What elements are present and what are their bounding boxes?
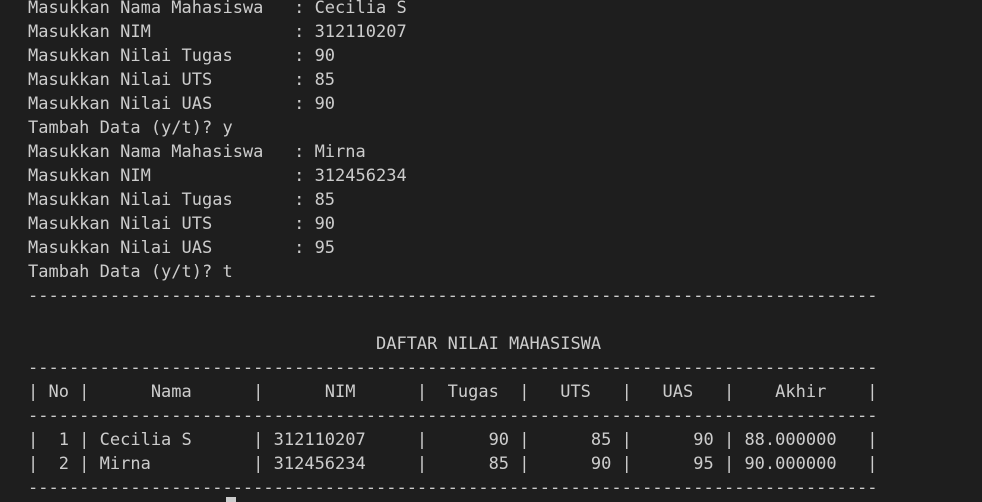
prompt-line-uas-2: Masukkan Nilai UAS : 95 <box>28 238 336 258</box>
prompt-line-tugas-2: Masukkan Nilai Tugas : 85 <box>28 190 336 210</box>
separator-line: ----------------------------------------… <box>28 286 878 306</box>
table-title: DAFTAR NILAI MAHASISWA <box>28 334 602 354</box>
prompt-line-nama-2: Masukkan Nama Mahasiswa : Mirna <box>28 142 366 162</box>
table-separator-bottom: ----------------------------------------… <box>28 478 878 498</box>
table-row: | 2 | Mirna | 312456234 | 85 | 90 | 95 |… <box>28 454 878 474</box>
table-row: | 1 | Cecilia S | 312110207 | 90 | 85 | … <box>28 430 878 450</box>
prompt-line-uts-1: Masukkan Nilai UTS : 85 <box>28 70 336 90</box>
table-separator-top: ----------------------------------------… <box>28 358 878 378</box>
table-header-row: | No | Nama | NIM | Tugas | UTS | UAS | … <box>28 382 878 402</box>
prompt-line-uas-1: Masukkan Nilai UAS : 90 <box>28 94 336 114</box>
prompt-line-nim-2: Masukkan NIM : 312456234 <box>28 166 407 186</box>
table-separator-mid: ----------------------------------------… <box>28 406 878 426</box>
terminal-window[interactable]: Masukkan Nama Mahasiswa : Cecilia S Masu… <box>0 0 982 502</box>
prompt-line-uts-2: Masukkan Nilai UTS : 90 <box>28 214 336 234</box>
prompt-line-nim-1: Masukkan NIM : 312110207 <box>28 22 407 42</box>
prompt-line-nama-1: Masukkan Nama Mahasiswa : Cecilia S <box>28 0 407 18</box>
prompt-line-tugas-1: Masukkan Nilai Tugas : 90 <box>28 46 336 66</box>
text-cursor <box>226 497 236 502</box>
prompt-line-tambah-2: Tambah Data (y/t)? t <box>28 262 233 282</box>
prompt-line-tambah-1: Tambah Data (y/t)? y <box>28 118 233 138</box>
